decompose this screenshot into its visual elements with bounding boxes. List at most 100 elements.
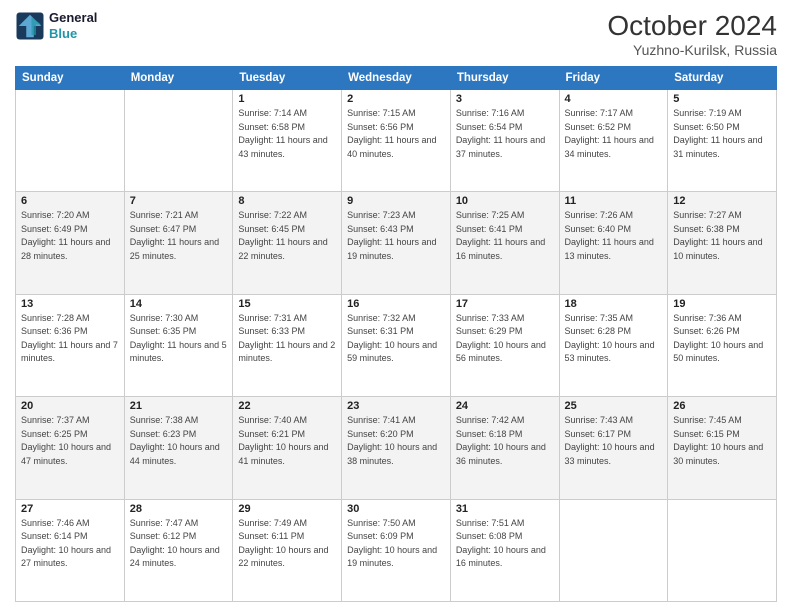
day-info: Sunrise: 7:27 AMSunset: 6:38 PMDaylight:…	[673, 209, 771, 263]
day-info: Sunrise: 7:50 AMSunset: 6:09 PMDaylight:…	[347, 517, 445, 571]
day-info: Sunrise: 7:37 AMSunset: 6:25 PMDaylight:…	[21, 414, 119, 468]
day-number: 6	[21, 195, 119, 207]
calendar-cell: 24Sunrise: 7:42 AMSunset: 6:18 PMDayligh…	[450, 397, 559, 499]
day-number: 2	[347, 93, 445, 105]
calendar-cell: 16 Sunrise: 7:32 AMSunset: 6:31 PMDayligh…	[342, 294, 451, 396]
calendar-week-5: 27 Sunrise: 7:46 AMSunset: 6:14 PMDayligh…	[16, 499, 777, 601]
day-number: 30	[347, 503, 445, 515]
calendar-cell: 5Sunrise: 7:19 AMSunset: 6:50 PMDaylight…	[668, 90, 777, 192]
location: Yuzhno-Kurilsk, Russia	[607, 42, 777, 58]
day-number: 4	[565, 93, 663, 105]
title-area: October 2024 Yuzhno-Kurilsk, Russia	[607, 10, 777, 58]
calendar-cell: 30 Sunrise: 7:50 AMSunset: 6:09 PMDayligh…	[342, 499, 451, 601]
calendar-cell: 31Sunrise: 7:51 AMSunset: 6:08 PMDayligh…	[450, 499, 559, 601]
calendar-cell: 27 Sunrise: 7:46 AMSunset: 6:14 PMDayligh…	[16, 499, 125, 601]
day-number: 23	[347, 400, 445, 412]
day-info: Sunrise: 7:28 AMSunset: 6:36 PMDaylight:…	[21, 312, 119, 366]
header: General Blue October 2024 Yuzhno-Kurilsk…	[15, 10, 777, 58]
calendar-cell: 3 Sunrise: 7:16 AMSunset: 6:54 PMDaylight…	[450, 90, 559, 192]
calendar-cell: 19 Sunrise: 7:36 AMSunset: 6:26 PMDayligh…	[668, 294, 777, 396]
day-info: Sunrise: 7:26 AMSunset: 6:40 PMDaylight:…	[565, 209, 663, 263]
logo: General Blue	[15, 10, 97, 41]
calendar-cell	[559, 499, 668, 601]
day-header-friday: Friday	[559, 67, 668, 90]
day-info: Sunrise: 7:25 AMSunset: 6:41 PMDaylight:…	[456, 209, 554, 263]
calendar-cell: 28 Sunrise: 7:47 AMSunset: 6:12 PMDayligh…	[124, 499, 233, 601]
day-info: Sunrise: 7:40 AMSunset: 6:21 PMDaylight:…	[238, 414, 336, 468]
day-info: Sunrise: 7:46 AMSunset: 6:14 PMDaylight:…	[21, 517, 119, 571]
calendar-header-row: SundayMondayTuesdayWednesdayThursdayFrid…	[16, 67, 777, 90]
day-info: Sunrise: 7:14 AMSunset: 6:58 PMDaylight:…	[238, 107, 336, 161]
day-info: Sunrise: 7:22 AMSunset: 6:45 PMDaylight:…	[238, 209, 336, 263]
day-number: 21	[130, 400, 228, 412]
day-number: 10	[456, 195, 554, 207]
day-number: 29	[238, 503, 336, 515]
day-info: Sunrise: 7:49 AMSunset: 6:11 PMDaylight:…	[238, 517, 336, 571]
day-info: Sunrise: 7:15 AMSunset: 6:56 PMDaylight:…	[347, 107, 445, 161]
day-number: 25	[565, 400, 663, 412]
day-number: 18	[565, 298, 663, 310]
day-info: Sunrise: 7:31 AMSunset: 6:33 PMDaylight:…	[238, 312, 336, 366]
day-header-thursday: Thursday	[450, 67, 559, 90]
day-info: Sunrise: 7:47 AMSunset: 6:12 PMDaylight:…	[130, 517, 228, 571]
day-header-wednesday: Wednesday	[342, 67, 451, 90]
calendar-cell	[668, 499, 777, 601]
calendar-cell: 9Sunrise: 7:23 AMSunset: 6:43 PMDaylight…	[342, 192, 451, 294]
calendar-cell: 22 Sunrise: 7:40 AMSunset: 6:21 PMDayligh…	[233, 397, 342, 499]
day-header-saturday: Saturday	[668, 67, 777, 90]
day-number: 19	[673, 298, 771, 310]
calendar-cell: 4 Sunrise: 7:17 AMSunset: 6:52 PMDaylight…	[559, 90, 668, 192]
day-info: Sunrise: 7:23 AMSunset: 6:43 PMDaylight:…	[347, 209, 445, 263]
day-number: 27	[21, 503, 119, 515]
day-info: Sunrise: 7:17 AMSunset: 6:52 PMDaylight:…	[565, 107, 663, 161]
day-number: 28	[130, 503, 228, 515]
day-number: 12	[673, 195, 771, 207]
day-info: Sunrise: 7:30 AMSunset: 6:35 PMDaylight:…	[130, 312, 228, 366]
calendar-cell: 15 Sunrise: 7:31 AMSunset: 6:33 PMDayligh…	[233, 294, 342, 396]
calendar-cell: 23Sunrise: 7:41 AMSunset: 6:20 PMDayligh…	[342, 397, 451, 499]
calendar-week-1: 1 Sunrise: 7:14 AMSunset: 6:58 PMDaylight…	[16, 90, 777, 192]
calendar-cell: 7Sunrise: 7:21 AMSunset: 6:47 PMDaylight…	[124, 192, 233, 294]
day-number: 26	[673, 400, 771, 412]
day-number: 13	[21, 298, 119, 310]
day-number: 20	[21, 400, 119, 412]
day-info: Sunrise: 7:35 AMSunset: 6:28 PMDaylight:…	[565, 312, 663, 366]
calendar-cell: 21 Sunrise: 7:38 AMSunset: 6:23 PMDayligh…	[124, 397, 233, 499]
calendar-week-2: 6 Sunrise: 7:20 AMSunset: 6:49 PMDaylight…	[16, 192, 777, 294]
calendar-cell: 12 Sunrise: 7:27 AMSunset: 6:38 PMDayligh…	[668, 192, 777, 294]
calendar-cell: 17Sunrise: 7:33 AMSunset: 6:29 PMDayligh…	[450, 294, 559, 396]
day-info: Sunrise: 7:32 AMSunset: 6:31 PMDaylight:…	[347, 312, 445, 366]
calendar-week-4: 20 Sunrise: 7:37 AMSunset: 6:25 PMDayligh…	[16, 397, 777, 499]
day-number: 24	[456, 400, 554, 412]
calendar-cell: 2 Sunrise: 7:15 AMSunset: 6:56 PMDaylight…	[342, 90, 451, 192]
calendar-cell	[124, 90, 233, 192]
calendar-cell: 10 Sunrise: 7:25 AMSunset: 6:41 PMDayligh…	[450, 192, 559, 294]
calendar-table: SundayMondayTuesdayWednesdayThursdayFrid…	[15, 66, 777, 602]
day-header-monday: Monday	[124, 67, 233, 90]
day-number: 1	[238, 93, 336, 105]
day-info: Sunrise: 7:16 AMSunset: 6:54 PMDaylight:…	[456, 107, 554, 161]
day-info: Sunrise: 7:33 AMSunset: 6:29 PMDaylight:…	[456, 312, 554, 366]
calendar-cell: 20 Sunrise: 7:37 AMSunset: 6:25 PMDayligh…	[16, 397, 125, 499]
calendar-cell: 18 Sunrise: 7:35 AMSunset: 6:28 PMDayligh…	[559, 294, 668, 396]
calendar-cell	[16, 90, 125, 192]
calendar-week-3: 13 Sunrise: 7:28 AMSunset: 6:36 PMDayligh…	[16, 294, 777, 396]
day-number: 22	[238, 400, 336, 412]
calendar-cell: 11Sunrise: 7:26 AMSunset: 6:40 PMDayligh…	[559, 192, 668, 294]
day-info: Sunrise: 7:36 AMSunset: 6:26 PMDaylight:…	[673, 312, 771, 366]
day-number: 15	[238, 298, 336, 310]
page: General Blue October 2024 Yuzhno-Kurilsk…	[0, 0, 792, 612]
day-number: 16	[347, 298, 445, 310]
calendar-cell: 8Sunrise: 7:22 AMSunset: 6:45 PMDaylight…	[233, 192, 342, 294]
day-info: Sunrise: 7:45 AMSunset: 6:15 PMDaylight:…	[673, 414, 771, 468]
day-number: 5	[673, 93, 771, 105]
day-info: Sunrise: 7:38 AMSunset: 6:23 PMDaylight:…	[130, 414, 228, 468]
day-info: Sunrise: 7:20 AMSunset: 6:49 PMDaylight:…	[21, 209, 119, 263]
day-number: 3	[456, 93, 554, 105]
day-header-tuesday: Tuesday	[233, 67, 342, 90]
day-info: Sunrise: 7:21 AMSunset: 6:47 PMDaylight:…	[130, 209, 228, 263]
calendar-cell: 29 Sunrise: 7:49 AMSunset: 6:11 PMDayligh…	[233, 499, 342, 601]
logo-text: General Blue	[49, 10, 97, 41]
calendar-cell: 1 Sunrise: 7:14 AMSunset: 6:58 PMDaylight…	[233, 90, 342, 192]
calendar-cell: 14Sunrise: 7:30 AMSunset: 6:35 PMDayligh…	[124, 294, 233, 396]
